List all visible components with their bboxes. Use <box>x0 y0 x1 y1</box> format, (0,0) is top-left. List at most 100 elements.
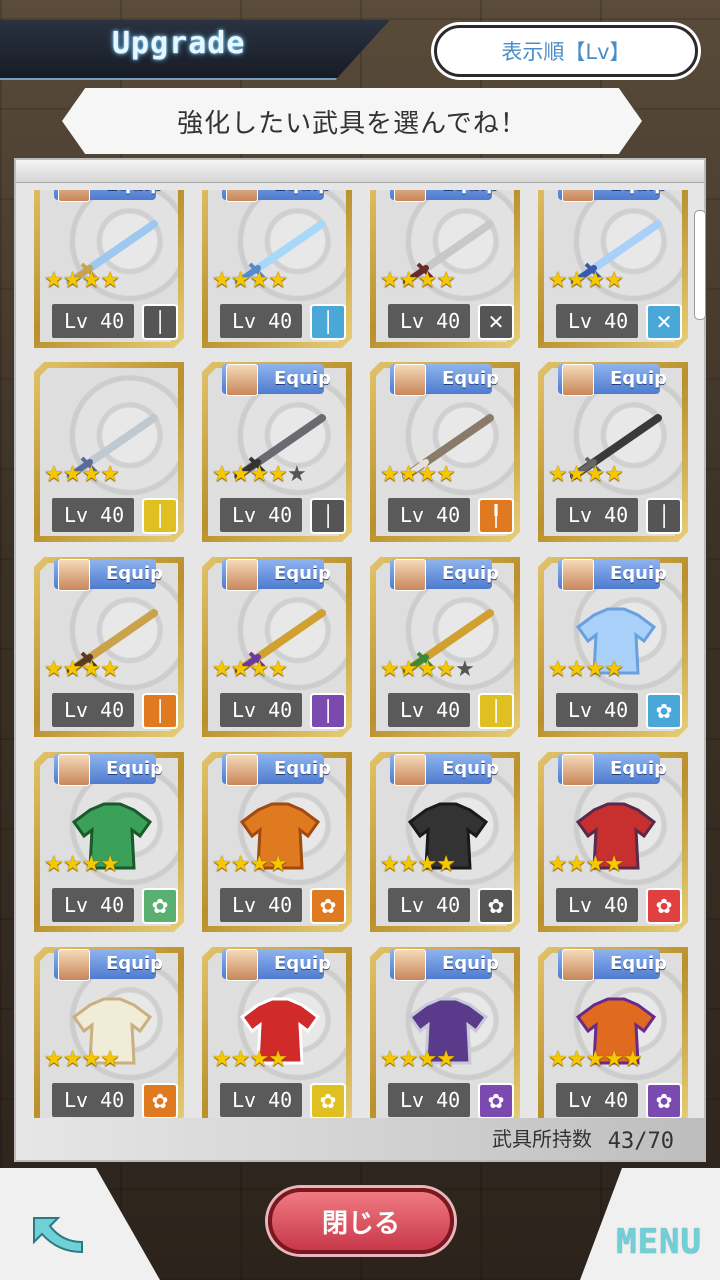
equipment-card[interactable]: Equip ★★★★ Lv 40 ✿ <box>538 752 688 932</box>
equipment-card[interactable]: Equip★★★★Lv 40✕ <box>538 190 688 348</box>
armor-type-icon: ✿ <box>142 888 178 924</box>
scrollbar[interactable] <box>694 210 706 320</box>
star-icon: ★ <box>44 852 64 877</box>
equipment-card[interactable]: Equip ★★★★ Lv 40 ✿ <box>202 947 352 1118</box>
character-avatar <box>562 754 594 786</box>
gun-type-icon: │ <box>646 498 682 534</box>
equipment-card[interactable]: Equip ★★★★ Lv 40 ╿ <box>370 362 520 542</box>
equipment-card[interactable]: Equip ★★★★ Lv 40 ✿ <box>538 557 688 737</box>
level-label: Lv 40 <box>556 888 638 922</box>
character-avatar <box>562 190 594 202</box>
level-label: Lv 40 <box>52 498 134 532</box>
star-icon: ★ <box>212 1047 232 1072</box>
equipment-card[interactable]: Equip★★★★Lv 40│ <box>34 190 184 348</box>
equipment-card[interactable]: Equip ★★★★ Lv 40 ✿ <box>370 752 520 932</box>
star-icon: ★ <box>604 852 624 877</box>
star-icon: ★ <box>548 462 568 487</box>
equipment-grid[interactable]: Equip★★★★Lv 40│ Equip★★★★Lv 40│ Equip★★★… <box>28 190 694 1118</box>
equipment-card[interactable]: Equip★★★★Lv 40│ <box>202 190 352 348</box>
character-avatar <box>58 754 90 786</box>
level-label: Lv 40 <box>556 1083 638 1117</box>
star-icon: ★ <box>585 852 605 877</box>
menu-button[interactable]: MENU <box>616 1222 702 1262</box>
equipment-card[interactable]: Equip★★★★Lv 40│ <box>34 557 184 737</box>
owned-count-value: 43/70 <box>607 1129 674 1154</box>
equipment-card[interactable]: ★★★★ Lv 40 │ <box>34 362 184 542</box>
star-icon: ★ <box>212 852 232 877</box>
star-icon: ★ <box>566 852 587 877</box>
level-label: Lv 40 <box>388 498 470 532</box>
star-icon: ★ <box>81 1047 101 1072</box>
star-icon: ★ <box>585 657 605 682</box>
level-label: Lv 40 <box>220 304 302 338</box>
star-icon: ★ <box>585 268 605 293</box>
level-label: Lv 40 <box>52 1083 134 1117</box>
armor-type-icon: ✿ <box>478 888 514 924</box>
rarity-stars: ★★★★ <box>212 268 288 293</box>
star-icon: ★ <box>81 268 101 293</box>
star-icon: ★ <box>100 657 120 682</box>
level-label: Lv 40 <box>52 888 134 922</box>
equipment-card[interactable]: Equip ★★★★ Lv 40 ✿ <box>34 947 184 1118</box>
equipment-card[interactable]: Equip ★★★★★ Lv 40 │ <box>202 362 352 542</box>
rarity-stars: ★★★★ <box>380 1047 456 1072</box>
star-icon: ★ <box>268 462 288 487</box>
level-label: Lv 40 <box>52 304 134 338</box>
star-icon: ★ <box>417 268 437 293</box>
equipment-card[interactable]: Equip ★★★★★ Lv 40 │ <box>370 557 520 737</box>
star-icon: ★ <box>100 268 120 293</box>
equipment-card[interactable]: Equip★★★★Lv 40│ <box>538 362 688 542</box>
star-icon: ★ <box>548 657 568 682</box>
equipment-card[interactable]: Equip ★★★★ Lv 40 ✿ <box>202 752 352 932</box>
star-icon: ★ <box>548 268 568 293</box>
star-icon: ★ <box>100 1047 120 1072</box>
level-label: Lv 40 <box>556 498 638 532</box>
rarity-stars: ★★★★ <box>44 852 120 877</box>
star-icon: ★ <box>436 462 456 487</box>
sword-type-icon: │ <box>142 304 178 340</box>
equipment-card[interactable]: Equip ★★★★ Lv 40 ✿ <box>370 947 520 1118</box>
mace-type-icon: ╿ <box>478 498 514 534</box>
level-label: Lv 40 <box>556 304 638 338</box>
character-avatar <box>394 364 426 396</box>
sort-order-button[interactable]: 表示順【Lv】 <box>434 25 698 77</box>
star-icon: ★ <box>249 462 269 487</box>
star-icon: ★ <box>380 1047 400 1072</box>
equipment-card[interactable]: Equip★★★★Lv 40✕ <box>370 190 520 348</box>
rarity-stars: ★★★★ <box>44 657 120 682</box>
level-label: Lv 40 <box>388 693 470 727</box>
character-avatar <box>226 949 258 981</box>
star-icon: ★ <box>44 462 64 487</box>
equipment-card[interactable]: Equip ★★★★★ Lv 40 ✿ <box>538 947 688 1118</box>
instruction-banner: 強化したい武具を選んでね！ <box>62 88 642 154</box>
star-icon: ★ <box>436 1047 456 1072</box>
star-icon: ★ <box>268 268 288 293</box>
star-icon: ★ <box>62 268 83 293</box>
equipment-card[interactable]: Equip★★★★Lv 40│ <box>202 557 352 737</box>
star-icon: ★ <box>436 852 456 877</box>
star-icon: ★ <box>566 462 587 487</box>
level-label: Lv 40 <box>220 498 302 532</box>
staff-type-icon: │ <box>310 693 346 729</box>
star-icon: ★ <box>622 1047 643 1072</box>
character-avatar <box>562 559 594 591</box>
level-label: Lv 40 <box>220 693 302 727</box>
armor-type-icon: ✿ <box>142 1083 178 1118</box>
character-avatar <box>226 364 258 396</box>
rarity-stars: ★★★★ <box>548 268 624 293</box>
armor-type-icon: ✿ <box>478 1083 514 1118</box>
back-arrow-icon[interactable] <box>28 1212 86 1262</box>
star-icon: ★ <box>212 657 232 682</box>
star-icon: ★ <box>604 268 624 293</box>
rarity-stars: ★★★★ <box>44 462 120 487</box>
level-label: Lv 40 <box>388 888 470 922</box>
star-icon: ★ <box>100 852 120 877</box>
star-icon: ★ <box>604 1047 624 1072</box>
equipment-card[interactable]: Equip ★★★★ Lv 40 ✿ <box>34 752 184 932</box>
close-button[interactable]: 閉じる <box>268 1188 454 1254</box>
armor-type-icon: ✿ <box>310 888 346 924</box>
armor-type-icon: ✿ <box>646 888 682 924</box>
star-icon: ★ <box>62 1047 83 1072</box>
star-icon: ★ <box>268 1047 288 1072</box>
star-icon: ★ <box>566 657 587 682</box>
